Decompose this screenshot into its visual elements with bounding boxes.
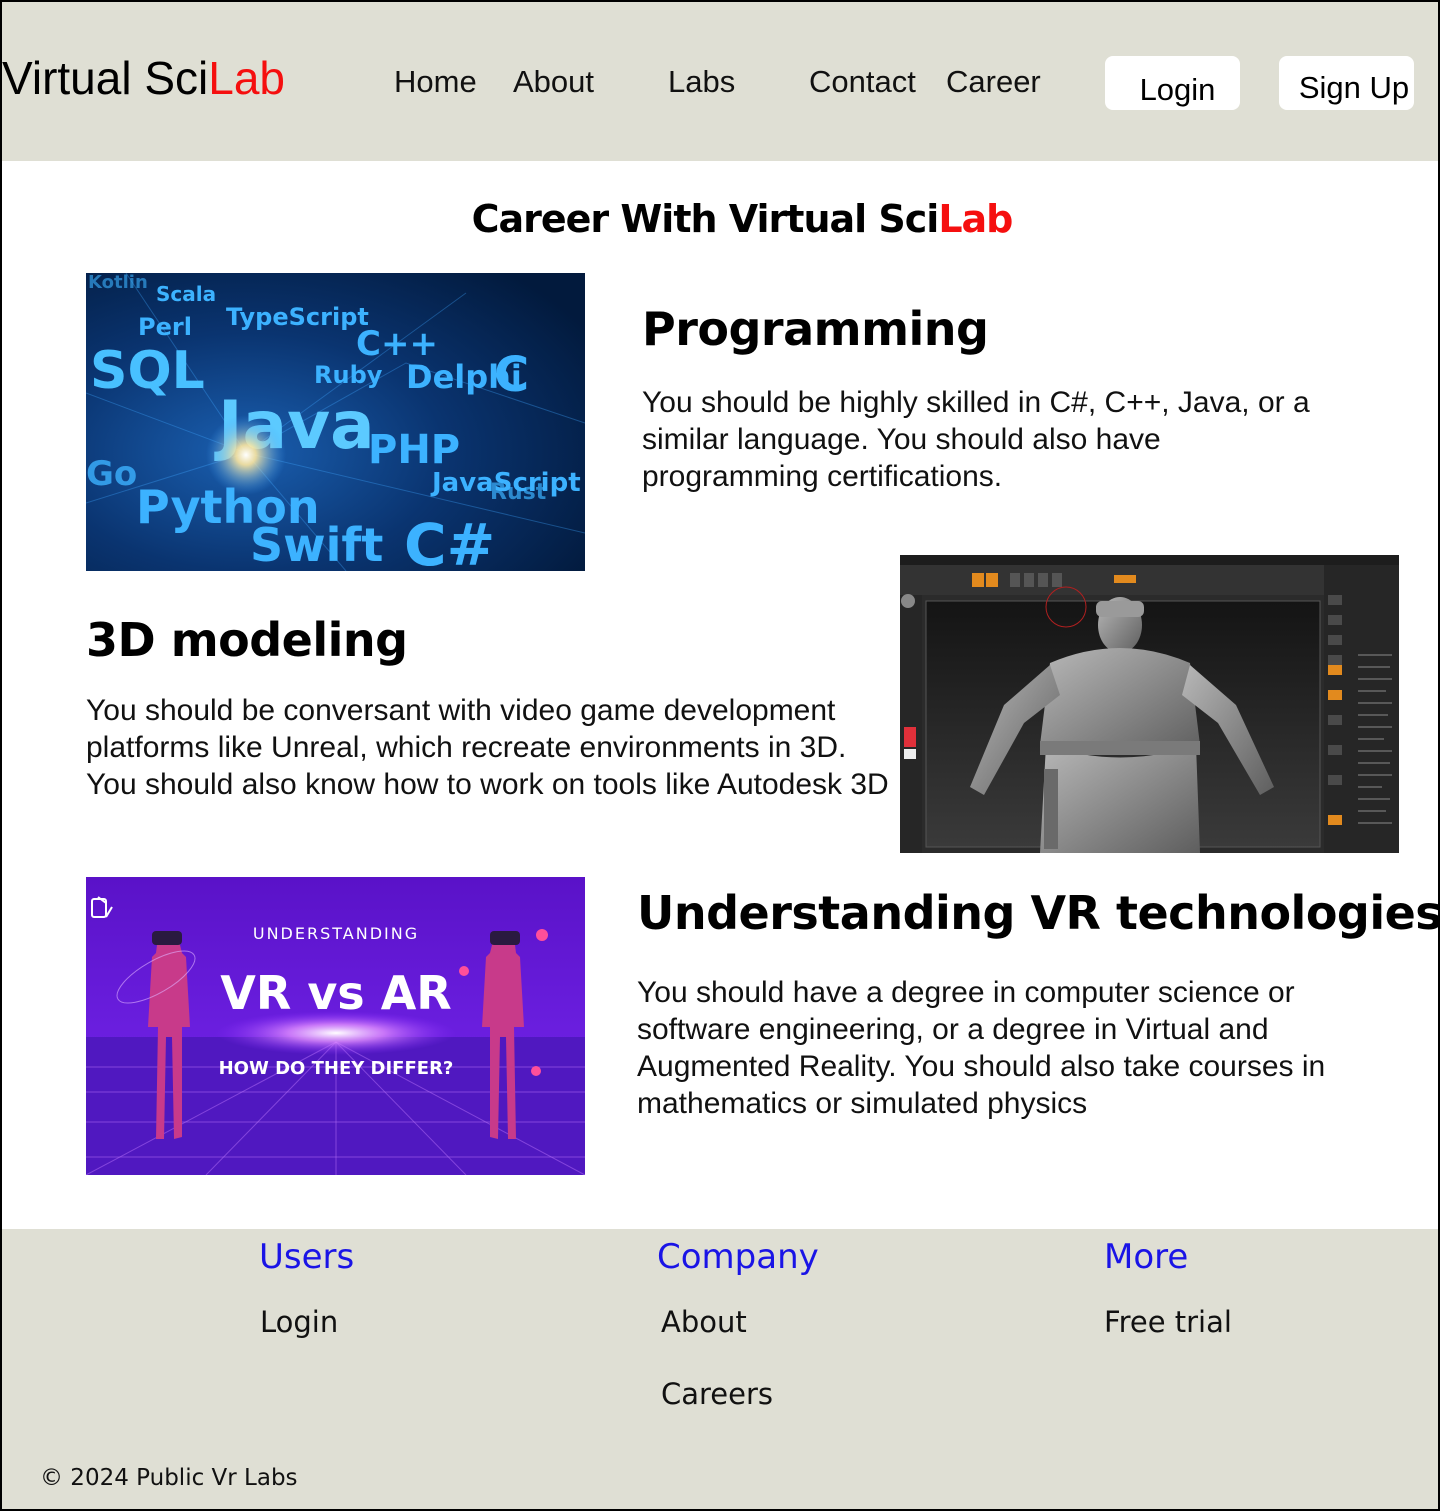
lang-word: TypeScript — [226, 303, 369, 331]
section-heading-vr: Understanding VR technologies — [637, 886, 1440, 940]
lang-word: SQL — [90, 341, 205, 401]
section-text-vr: You should have a degree in computer sci… — [637, 976, 1326, 1120]
page-title-accent: Lab — [938, 197, 1013, 241]
page-title: Career With Virtual SciLab — [2, 196, 1438, 242]
lang-word: PHP — [368, 427, 460, 473]
page-title-main: Career With Virtual Sci — [471, 197, 940, 241]
programming-languages-image: Kotlin Scala Perl TypeScript SQL C++ Rub… — [86, 273, 585, 571]
section-heading-programming: Programming — [642, 302, 989, 356]
footer-link-login[interactable]: Login — [260, 1304, 338, 1340]
nav-labs[interactable]: Labs — [668, 64, 735, 100]
footer-copyright: © 2024 Public Vr Labs — [40, 1465, 298, 1491]
footer-title-more: More — [1104, 1237, 1189, 1277]
lang-word: Kotlin — [88, 273, 148, 293]
nav-contact[interactable]: Contact — [809, 64, 916, 100]
nav-home[interactable]: Home — [394, 64, 477, 100]
lang-word: C# — [404, 511, 495, 571]
page-frame: Virtual SciLab Home About Labs Contact C… — [0, 0, 1440, 1511]
logo-main: Virtual Sci — [2, 52, 209, 104]
vr-vs-ar-image: UNDERSTANDING VR vs AR HOW DO THEY DIFFE… — [86, 877, 585, 1175]
section-text-programming: You should be highly skilled in C#, C++,… — [642, 386, 1310, 493]
nav-career[interactable]: Career — [946, 64, 1041, 100]
lang-word: Rust — [490, 480, 547, 505]
section-heading-3d-modeling: 3D modeling — [86, 613, 408, 667]
lang-word: Perl — [138, 313, 192, 341]
login-button[interactable]: Login — [1105, 56, 1240, 110]
footer-link-careers[interactable]: Careers — [661, 1376, 773, 1412]
footer-title-company: Company — [657, 1237, 819, 1277]
nav-about[interactable]: About — [513, 64, 594, 100]
vr-image-top-text: UNDERSTANDING — [253, 924, 419, 943]
site-header: Virtual SciLab Home About Labs Contact C… — [2, 2, 1438, 161]
signup-button[interactable]: Sign Up — [1279, 56, 1414, 110]
vr-image-sub-text: HOW DO THEY DIFFER? — [219, 1058, 454, 1079]
footer-link-free-trial[interactable]: Free trial — [1104, 1304, 1232, 1340]
logo-accent: Lab — [208, 52, 285, 104]
footer-title-users: Users — [259, 1237, 355, 1277]
lang-word: C — [494, 347, 529, 403]
section-text-3d-modeling: You should be conversant with video game… — [86, 694, 889, 801]
lang-word: Go — [86, 454, 137, 494]
lang-word: Swift — [250, 518, 383, 571]
footer-link-about[interactable]: About — [661, 1304, 747, 1340]
lang-word: Scala — [156, 282, 216, 306]
vr-image-main-text: VR vs AR — [220, 966, 451, 1020]
3d-modeling-software-screenshot — [900, 555, 1399, 853]
site-logo[interactable]: Virtual SciLab — [2, 52, 285, 104]
lang-word: Ruby — [314, 361, 383, 389]
